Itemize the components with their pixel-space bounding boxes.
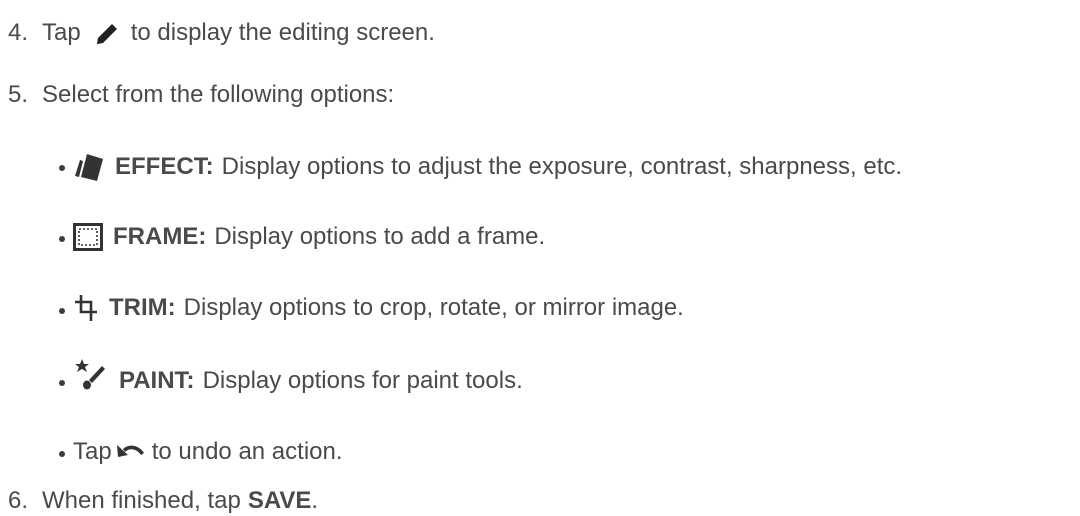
undo-icon — [114, 441, 146, 463]
option-description: Display options to crop, rotate, or mirr… — [183, 294, 684, 321]
step-number: 5. — [8, 81, 29, 108]
step-6: 6. When finished, tap SAVE . — [8, 486, 318, 516]
option-paint: PAINT: Display options for paint tools. — [73, 359, 523, 396]
paint-icon — [73, 358, 107, 392]
step-text-before: When finished, tap — [42, 487, 241, 514]
step-4: 4. Tap to display the editing screen. — [8, 18, 435, 48]
step-text-after: to display the editing screen. — [130, 19, 435, 46]
save-label: SAVE — [247, 487, 312, 514]
undo-text-after: to undo an action. — [151, 438, 343, 465]
pencil-icon — [93, 20, 119, 46]
bullet — [59, 165, 65, 171]
step-text-before: Tap — [42, 19, 81, 46]
undo-text-before: Tap — [73, 438, 112, 465]
step-5: 5. Select from the following options: — [8, 80, 394, 110]
option-effect: EFFECT: Display options to adjust the ex… — [73, 152, 902, 182]
frame-icon — [73, 223, 103, 251]
effect-icon — [73, 152, 105, 182]
bullet — [59, 451, 65, 457]
bullet — [59, 308, 65, 314]
option-trim: TRIM: Display options to crop, rotate, o… — [73, 293, 684, 323]
bullet — [59, 380, 65, 386]
step-text-after: . — [311, 487, 319, 514]
option-label: FRAME: — [113, 223, 207, 250]
option-description: Display options to adjust the exposure, … — [221, 153, 903, 180]
bullet — [59, 236, 65, 242]
step-text: Select from the following options: — [42, 81, 395, 108]
step-number: 4. — [8, 19, 29, 46]
option-label: TRIM: — [109, 294, 176, 321]
crop-icon — [73, 294, 99, 322]
option-label: PAINT: — [119, 367, 195, 394]
option-label: EFFECT: — [115, 153, 214, 180]
option-description: Display options to add a frame. — [214, 223, 546, 250]
option-description: Display options for paint tools. — [202, 367, 523, 394]
undo-line: Tap to undo an action. — [73, 437, 343, 467]
option-frame: FRAME: Display options to add a frame. — [73, 222, 545, 252]
step-number: 6. — [8, 487, 29, 514]
